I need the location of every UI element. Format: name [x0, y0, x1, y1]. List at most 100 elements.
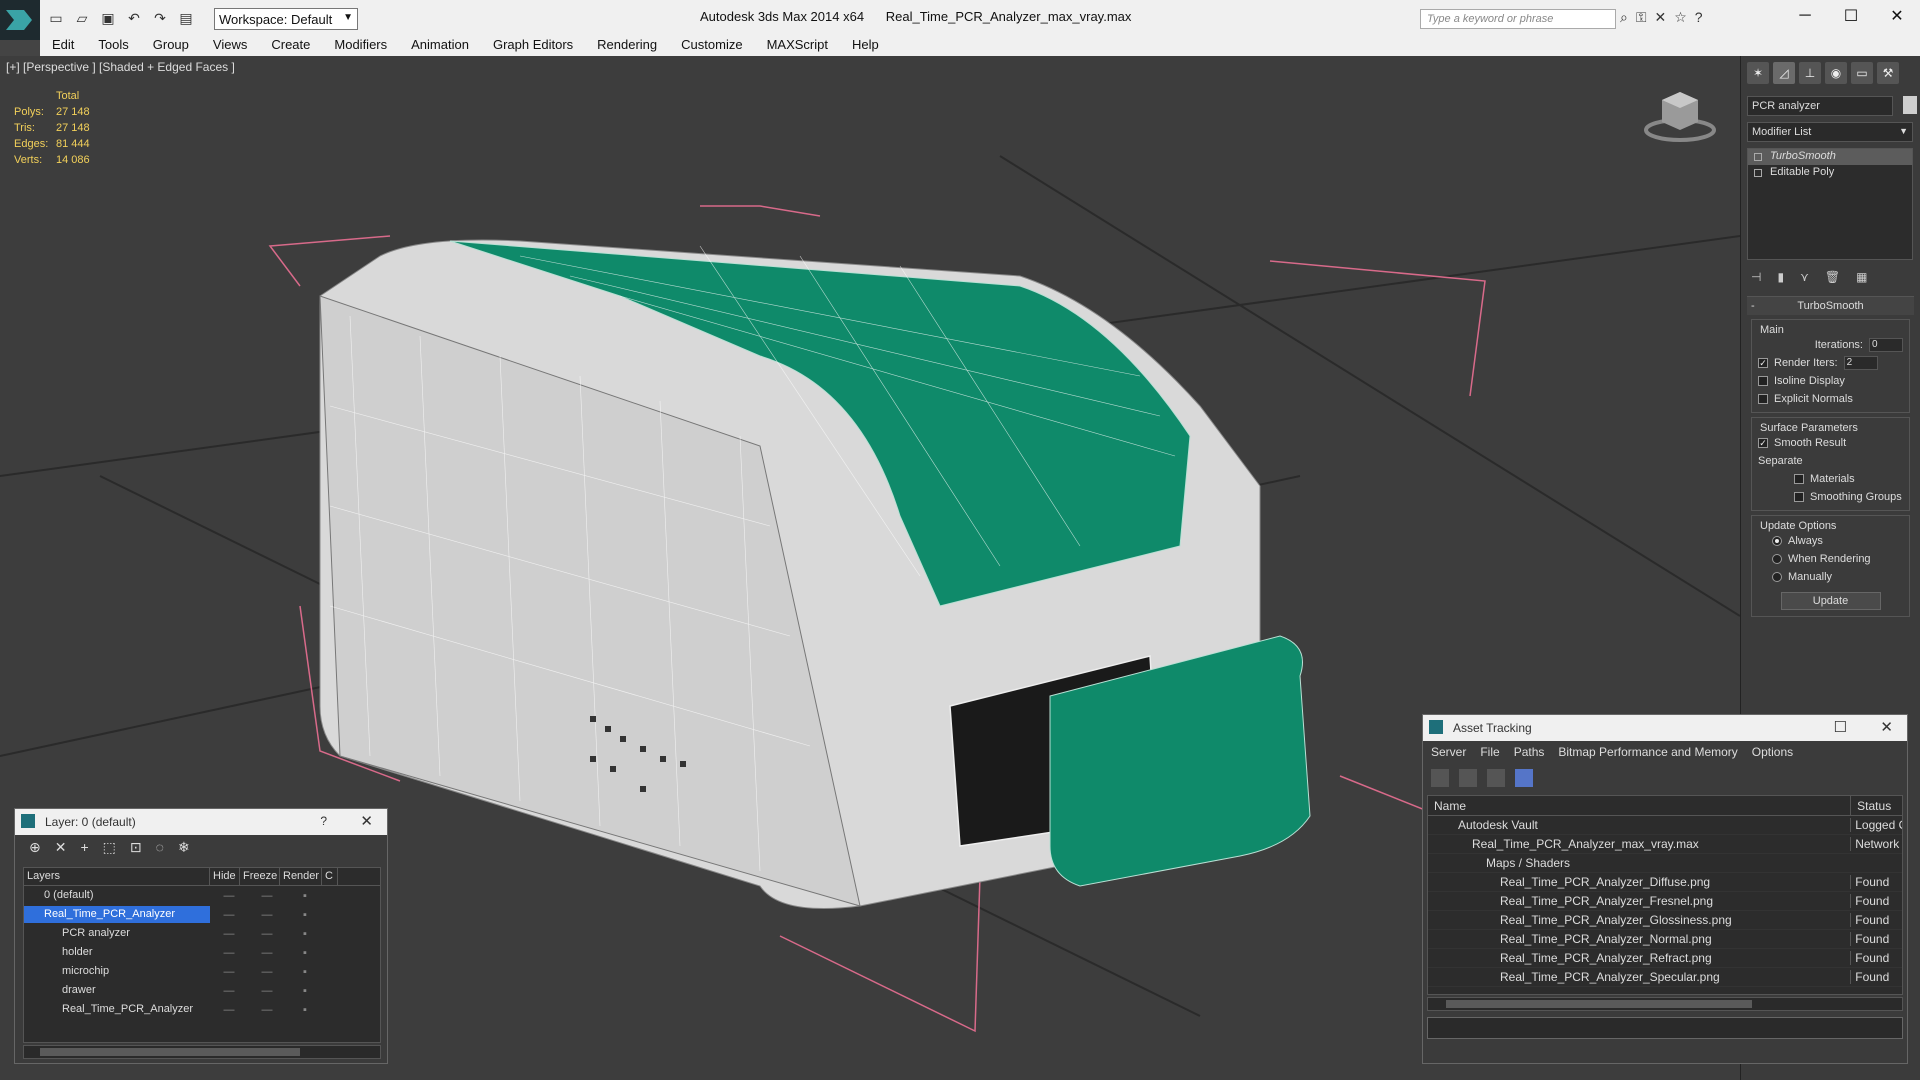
menu-help[interactable]: Help [840, 36, 891, 56]
table-row[interactable]: microchip — — ▪ [24, 962, 380, 981]
render-iters-spinner[interactable]: 2 [1843, 356, 1878, 370]
horizontal-scrollbar[interactable] [1427, 997, 1903, 1011]
menu-views[interactable]: Views [201, 36, 259, 56]
hide-toggle[interactable]: — [210, 909, 248, 921]
freeze-toggle[interactable]: — [248, 966, 286, 978]
help-button[interactable]: ? [320, 814, 327, 828]
menu-rendering[interactable]: Rendering [585, 36, 669, 56]
menu-paths[interactable]: Paths [1514, 745, 1545, 761]
column-header[interactable]: Hide [210, 868, 240, 885]
table-row[interactable]: Real_Time_PCR_Analyzer_Refract.png Found [1428, 949, 1902, 968]
menu-group[interactable]: Group [141, 36, 201, 56]
menu-server[interactable]: Server [1431, 745, 1466, 761]
iterations-spinner[interactable]: 0 [1869, 338, 1903, 352]
render-toggle[interactable]: ▪ [286, 909, 324, 921]
select-objects-icon[interactable]: ⬚ [103, 839, 116, 857]
dialog-title-bar[interactable]: Asset Tracking ☐ ✕ [1423, 715, 1907, 741]
expand-icon[interactable] [1754, 169, 1762, 177]
close-button[interactable]: ✕ [1880, 718, 1893, 736]
utilities-tab-icon[interactable]: ⚒ [1877, 62, 1899, 84]
close-button[interactable]: ✕ [1874, 0, 1920, 32]
table-row[interactable]: Real_Time_PCR_Analyzer — — ▪ [24, 1000, 380, 1019]
project-folder-icon[interactable]: ▤ [176, 8, 196, 28]
new-file-icon[interactable]: ▭ [46, 8, 66, 28]
binoculars-icon[interactable]: ⌕ [1620, 9, 1628, 26]
display-tab-icon[interactable]: ▭ [1851, 62, 1873, 84]
smooth-result-checkbox[interactable]: ✓ [1758, 438, 1768, 448]
column-header[interactable]: Layers [24, 868, 210, 885]
table-row[interactable]: Maps / Shaders [1428, 854, 1902, 873]
motion-tab-icon[interactable]: ◉ [1825, 62, 1847, 84]
refresh-icon[interactable] [1431, 769, 1449, 787]
list-view-icon[interactable] [1459, 769, 1477, 787]
table-row[interactable]: Real_Time_PCR_Analyzer_max_vray.max Netwo… [1428, 835, 1902, 854]
horizontal-scrollbar[interactable] [23, 1045, 381, 1059]
render-toggle[interactable]: ▪ [286, 890, 324, 902]
help-icon[interactable]: ? [1695, 9, 1703, 26]
app-menu-button[interactable] [0, 0, 40, 40]
hide-all-icon[interactable]: ◌ [156, 839, 164, 857]
freeze-toggle[interactable]: — [248, 947, 286, 959]
column-header[interactable]: C [322, 868, 338, 885]
always-radio[interactable] [1772, 536, 1782, 546]
viewport-label[interactable]: [+] [Perspective ] [Shaded + Edged Faces… [6, 60, 235, 74]
menu-modifiers[interactable]: Modifiers [322, 36, 399, 56]
object-name-field[interactable]: PCR analyzer [1747, 96, 1893, 116]
render-toggle[interactable]: ▪ [286, 947, 324, 959]
menu-tools[interactable]: Tools [86, 36, 140, 56]
table-row[interactable]: Real_Time_PCR_Analyzer — — ▪ [24, 905, 380, 924]
menu-file[interactable]: File [1480, 745, 1499, 761]
create-tab-icon[interactable]: ✶ [1747, 62, 1769, 84]
thumbnail-view-icon[interactable] [1487, 769, 1505, 787]
object-color-swatch[interactable] [1903, 96, 1917, 114]
hide-toggle[interactable]: — [210, 928, 248, 940]
stack-item-editable-poly[interactable]: Editable Poly [1748, 165, 1912, 181]
hide-toggle[interactable]: — [210, 966, 248, 978]
stack-item-turbosmooth[interactable]: TurboSmooth [1748, 149, 1912, 165]
light-bulb-icon[interactable] [1754, 153, 1762, 161]
star-icon[interactable]: ☆ [1674, 9, 1687, 26]
table-row[interactable]: 0 (default) — — ▪ [24, 886, 380, 905]
hide-toggle[interactable]: — [210, 1004, 248, 1016]
when-rendering-radio[interactable] [1772, 554, 1782, 564]
modifier-list-dropdown[interactable]: Modifier List ▼ [1747, 122, 1913, 142]
freeze-toggle[interactable]: — [248, 1004, 286, 1016]
manually-radio[interactable] [1772, 572, 1782, 582]
freeze-toggle[interactable]: — [248, 928, 286, 940]
scrollbar-thumb[interactable] [1446, 1000, 1752, 1008]
table-view-icon[interactable] [1515, 769, 1533, 787]
hierarchy-tab-icon[interactable]: ⊥ [1799, 62, 1821, 84]
freeze-toggle[interactable]: — [248, 909, 286, 921]
column-header[interactable]: Freeze [240, 868, 280, 885]
table-row[interactable]: holder — — ▪ [24, 943, 380, 962]
exchange-icon[interactable]: ✕ [1655, 9, 1667, 26]
hide-toggle[interactable]: — [210, 890, 248, 902]
menu-edit[interactable]: Edit [40, 36, 86, 56]
create-layer-icon[interactable]: ⊕ [29, 839, 41, 857]
freeze-all-icon[interactable]: ❄ [178, 839, 190, 857]
workspace-dropdown[interactable]: Workspace: Default ▼ [214, 8, 358, 30]
hide-toggle[interactable]: — [210, 947, 248, 959]
column-header[interactable]: Status [1850, 796, 1902, 815]
menu-bitmap-performance[interactable]: Bitmap Performance and Memory [1558, 745, 1737, 761]
configure-sets-icon[interactable]: ▦ [1856, 270, 1867, 284]
menu-customize[interactable]: Customize [669, 36, 754, 56]
redo-icon[interactable]: ↷ [150, 8, 170, 28]
smoothing-groups-checkbox[interactable] [1794, 492, 1804, 502]
pin-stack-icon[interactable]: ⊣ [1751, 270, 1761, 284]
modify-tab-icon[interactable]: ◿ [1773, 62, 1795, 84]
open-file-icon[interactable]: ▱ [72, 8, 92, 28]
update-button[interactable]: Update [1780, 592, 1881, 610]
table-row[interactable]: Real_Time_PCR_Analyzer_Specular.png Found [1428, 968, 1902, 987]
explicit-normals-checkbox[interactable] [1758, 394, 1768, 404]
isoline-checkbox[interactable] [1758, 376, 1768, 386]
remove-modifier-icon[interactable]: 🗑 [1825, 270, 1840, 284]
column-header[interactable]: Name [1428, 796, 1850, 815]
render-iters-checkbox[interactable]: ✓ [1758, 358, 1768, 368]
dialog-title-bar[interactable]: Layer: 0 (default) ? ✕ [15, 809, 387, 835]
menu-graph-editors[interactable]: Graph Editors [481, 36, 585, 56]
highlight-layer-icon[interactable]: ⊡ [130, 839, 142, 857]
table-row[interactable]: Real_Time_PCR_Analyzer_Fresnel.png Found [1428, 892, 1902, 911]
freeze-toggle[interactable]: — [248, 890, 286, 902]
render-toggle[interactable]: ▪ [286, 985, 324, 997]
